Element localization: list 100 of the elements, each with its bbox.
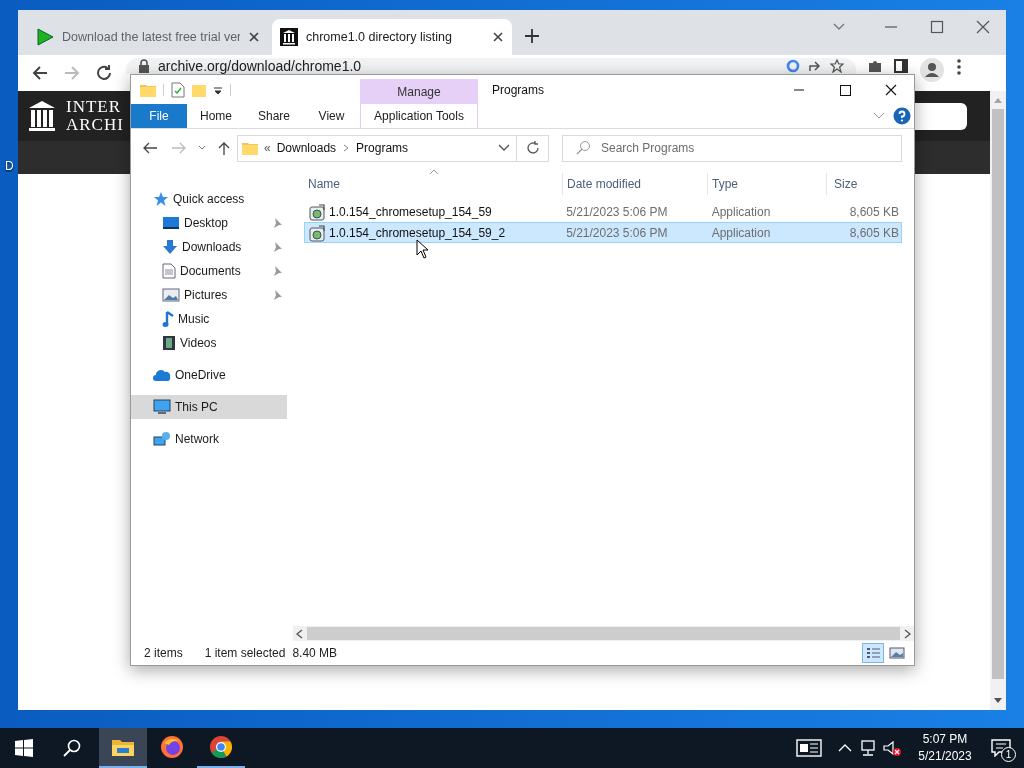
address-bar[interactable]: archive.org/download/chrome1.0 <box>126 58 856 74</box>
folder-icon <box>242 141 258 155</box>
ribbon-tab[interactable]: Share <box>245 104 303 128</box>
sidebar-item[interactable]: Network <box>131 427 287 451</box>
network-icon <box>153 431 171 447</box>
tab-title: chrome1.0 directory listing <box>306 28 453 46</box>
breadcrumb-overflow[interactable]: « <box>264 139 271 157</box>
window-title: Programs <box>491 81 545 99</box>
ribbon-tab[interactable]: Home <box>187 104 245 128</box>
breadcrumb-item[interactable]: Downloads <box>276 139 337 157</box>
file-name: 1.0.154_chromesetup_154_59_2 <box>329 224 506 242</box>
dropdown-icon[interactable] <box>213 84 223 95</box>
sort-caret-icon[interactable] <box>429 169 439 175</box>
sidebar-item[interactable]: Desktop <box>131 211 287 235</box>
notification-badge: 1 <box>1001 747 1016 762</box>
search-icon <box>575 140 591 156</box>
news-icon[interactable] <box>796 739 822 757</box>
chevron-up-icon[interactable] <box>838 743 852 753</box>
scrollbar-thumb[interactable] <box>992 109 1004 679</box>
film-icon <box>162 335 176 351</box>
date-cell-text: 5/21/2023 5:06 PM <box>565 224 669 242</box>
close-icon[interactable] <box>492 31 504 43</box>
network-icon[interactable] <box>860 739 878 757</box>
desktop-icon <box>162 216 180 230</box>
search-field[interactable] <box>915 103 967 130</box>
size-cell-text: 8,605 KB <box>848 203 900 221</box>
star-icon[interactable] <box>830 59 844 73</box>
properties-icon[interactable] <box>171 81 185 98</box>
fox-globe-icon <box>160 735 184 759</box>
clock[interactable]: 5:07 PM 5/21/2023 <box>912 731 978 765</box>
picture-icon <box>162 288 180 302</box>
sidebar-item[interactable]: Music <box>131 307 287 331</box>
browser-tab[interactable]: chrome1.0 directory listing <box>272 19 512 55</box>
museum-icon <box>280 28 298 46</box>
new-tab-icon[interactable] <box>524 28 540 44</box>
url-text: archive.org/download/chrome1.0 <box>158 56 362 76</box>
file-row[interactable]: 1.0.154_chromesetup_154_59_2 5/21/2023 5:06 PM Application 8,605 KB <box>304 222 902 243</box>
notification-icon[interactable] <box>991 739 1011 757</box>
search-field[interactable]: Search Programs <box>601 135 901 161</box>
status-text: 1 item selected <box>204 645 286 662</box>
download-icon <box>162 239 178 255</box>
search-box[interactable]: Search Programs <box>562 134 902 162</box>
reload-icon[interactable] <box>94 63 114 83</box>
scrollbar[interactable] <box>990 91 1006 710</box>
play-icon <box>36 28 54 46</box>
ribbon-tab[interactable]: Application Tools <box>360 104 478 128</box>
monitor-icon <box>153 399 171 415</box>
menu-icon[interactable] <box>956 58 962 76</box>
tool-group-header: Manage <box>360 79 478 104</box>
sidebar-item[interactable]: Documents <box>131 259 287 283</box>
sidebar-item[interactable]: Quick access <box>131 187 287 211</box>
column-header[interactable]: Name <box>304 173 562 195</box>
column-header[interactable]: Type <box>707 173 826 195</box>
type-cell-text: Application <box>710 203 772 221</box>
clock-date: 5/21/2023 <box>918 748 972 765</box>
horizontal-scrollbar[interactable] <box>293 626 914 641</box>
view-button[interactable] <box>862 643 884 663</box>
status-text: 2 items <box>144 645 183 662</box>
mouse-pointer-icon <box>416 239 429 259</box>
breadcrumb-item[interactable]: Programs <box>356 139 409 157</box>
date-cell-text: 5/21/2023 5:06 PM <box>565 203 669 221</box>
size-cell-text: 8,605 KB <box>848 224 900 242</box>
desktop-icon-label: D <box>5 158 14 175</box>
cloud-icon <box>153 369 171 381</box>
chevron-down-icon[interactable] <box>498 144 510 152</box>
museum-icon <box>28 100 56 132</box>
windows-logo-icon[interactable] <box>15 739 33 757</box>
help-icon[interactable] <box>893 107 911 125</box>
sidebar-item[interactable]: OneDrive <box>131 363 287 387</box>
type-cell-text: Application <box>710 224 772 242</box>
refresh-icon <box>525 141 540 155</box>
lock-icon <box>138 59 150 73</box>
volume-muted-icon[interactable] <box>882 739 902 757</box>
share-icon[interactable] <box>808 59 822 73</box>
chevron-right-icon <box>342 143 351 153</box>
scroll-down-icon[interactable] <box>994 698 1002 704</box>
scrollbar-thumb[interactable] <box>307 627 900 640</box>
picture-view-icon <box>888 644 906 662</box>
column-header[interactable]: Size <box>826 173 902 195</box>
status-text: 8.40 MB <box>292 645 338 662</box>
address-bar[interactable]: « Downloads Programs <box>237 134 517 162</box>
taskbar-app[interactable] <box>99 728 147 768</box>
chrome-icon <box>209 735 233 759</box>
file-name: 1.0.154_chromesetup_154_59 <box>329 203 492 221</box>
sidebar-item[interactable]: Downloads <box>131 235 287 259</box>
search-icon[interactable] <box>63 739 81 757</box>
sidebar-item[interactable]: Videos <box>131 331 287 355</box>
column-header[interactable]: Date modified <box>562 173 707 195</box>
close-icon[interactable] <box>248 31 260 43</box>
sidebar-icon[interactable] <box>894 59 908 73</box>
sidebar-item[interactable]: Pictures <box>131 283 287 307</box>
sidebar-item[interactable]: This PC <box>131 395 287 419</box>
installer-icon <box>308 223 326 242</box>
ribbon-tab[interactable]: View <box>303 104 360 128</box>
clock-time: 5:07 PM <box>922 731 968 748</box>
ribbon-tab[interactable]: File <box>131 104 187 128</box>
profile-icon[interactable] <box>920 58 944 82</box>
logo-text: ARCHI <box>66 116 124 134</box>
file-row[interactable]: 1.0.154_chromesetup_154_59 5/21/2023 5:06 PM Application 8,605 KB <box>304 201 902 222</box>
refresh-button[interactable] <box>517 134 549 162</box>
